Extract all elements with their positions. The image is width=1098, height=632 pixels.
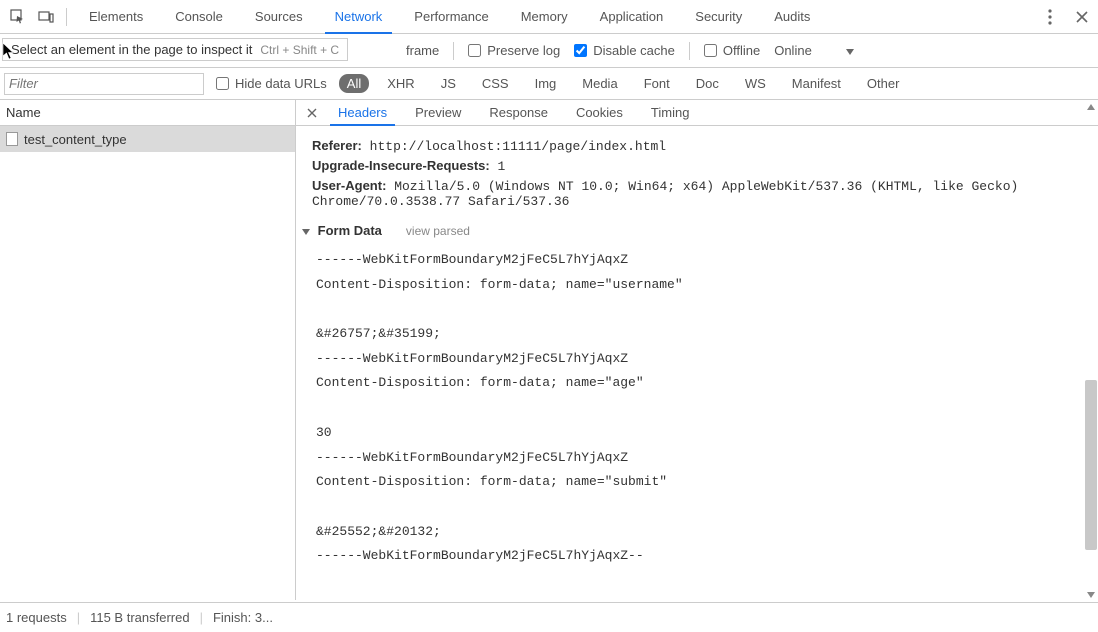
- network-filter-bar: Hide data URLs All XHR JS CSS Img Media Font Do…: [0, 68, 1098, 100]
- filter-chip-all[interactable]: All: [339, 74, 369, 93]
- status-finish: Finish: 3...: [213, 610, 273, 625]
- request-row[interactable]: test_content_type: [0, 126, 295, 152]
- filter-chip-xhr[interactable]: XHR: [379, 74, 422, 93]
- header-value: Mozilla/5.0 (Windows NT 10.0; Win64; x64…: [312, 179, 1018, 209]
- separator: [689, 42, 690, 60]
- preserve-log-input[interactable]: [468, 44, 481, 57]
- detail-tab-timing[interactable]: Timing: [637, 100, 704, 125]
- hide-data-urls-input[interactable]: [216, 77, 229, 90]
- frame-label: frame: [406, 43, 439, 58]
- tab-performance[interactable]: Performance: [398, 0, 504, 33]
- disable-cache-input[interactable]: [574, 44, 587, 57]
- mouse-cursor-icon: [2, 42, 16, 60]
- form-data-header[interactable]: Form Data view parsed: [302, 223, 1098, 238]
- offline-input[interactable]: [704, 44, 717, 57]
- more-options-icon[interactable]: [1034, 9, 1066, 25]
- form-data-body: ------WebKitFormBoundaryM2jFeC5L7hYjAqxZ…: [316, 248, 1098, 569]
- request-detail-pane: HeadersPreviewResponseCookiesTiming Refe…: [296, 100, 1098, 600]
- header-line: Upgrade-Insecure-Requests: 1: [312, 158, 1098, 174]
- header-line: Referer: http://localhost:11111/page/ind…: [312, 138, 1098, 154]
- header-value: http://localhost:11111/page/index.html: [362, 139, 666, 154]
- hide-data-urls-checkbox[interactable]: Hide data URLs: [216, 76, 327, 91]
- detail-tab-response[interactable]: Response: [475, 100, 562, 125]
- tab-security[interactable]: Security: [679, 0, 758, 33]
- inspect-tooltip: Select an element in the page to inspect…: [2, 38, 348, 61]
- filter-chip-other[interactable]: Other: [859, 74, 908, 93]
- network-main-area: Name test_content_type HeadersPreviewRes…: [0, 100, 1098, 600]
- tab-audits[interactable]: Audits: [758, 0, 826, 33]
- filter-chip-font[interactable]: Font: [636, 74, 678, 93]
- status-transferred: 115 B transferred: [90, 610, 189, 625]
- tab-console[interactable]: Console: [159, 0, 239, 33]
- scroll-down-icon[interactable]: [1087, 592, 1095, 598]
- tooltip-shortcut: Ctrl + Shift + C: [260, 43, 339, 57]
- filter-chip-media[interactable]: Media: [574, 74, 625, 93]
- offline-checkbox[interactable]: Offline: [704, 43, 760, 58]
- disable-cache-checkbox[interactable]: Disable cache: [574, 43, 675, 58]
- close-detail-icon[interactable]: [300, 108, 324, 118]
- header-key: Referer:: [312, 138, 362, 153]
- tab-memory[interactable]: Memory: [505, 0, 584, 33]
- device-toolbar-icon[interactable]: [32, 3, 60, 31]
- request-list-pane: Name test_content_type: [0, 100, 296, 600]
- tab-network[interactable]: Network: [319, 0, 399, 33]
- separator: [453, 42, 454, 60]
- devtools-main-tabs: ElementsConsoleSourcesNetworkPerformance…: [0, 0, 1098, 34]
- scrollbar[interactable]: [1084, 100, 1098, 602]
- tab-application[interactable]: Application: [584, 0, 680, 33]
- filter-chip-doc[interactable]: Doc: [688, 74, 727, 93]
- chevron-down-icon: [846, 49, 854, 55]
- filter-chip-manifest[interactable]: Manifest: [784, 74, 849, 93]
- view-parsed-link[interactable]: view parsed: [406, 224, 470, 238]
- filter-input[interactable]: [4, 73, 204, 95]
- header-line: User-Agent: Mozilla/5.0 (Windows NT 10.0…: [312, 178, 1098, 209]
- scroll-thumb[interactable]: [1085, 380, 1097, 550]
- separator: [66, 8, 67, 26]
- status-requests: 1 requests: [6, 610, 67, 625]
- detail-tab-headers[interactable]: Headers: [324, 100, 401, 125]
- tooltip-text: Select an element in the page to inspect…: [11, 42, 252, 57]
- network-toolbar: Select an element in the page to inspect…: [0, 34, 1098, 68]
- status-bar: 1 requests | 115 B transferred | Finish:…: [0, 602, 1098, 632]
- filter-chip-img[interactable]: Img: [527, 74, 565, 93]
- disclosure-triangle-icon: [302, 229, 310, 235]
- file-icon: [6, 132, 18, 146]
- close-devtools-icon[interactable]: [1066, 11, 1098, 23]
- header-value: 1: [490, 159, 506, 174]
- header-key: Upgrade-Insecure-Requests:: [312, 158, 490, 173]
- request-name: test_content_type: [24, 132, 127, 147]
- name-column-header[interactable]: Name: [0, 100, 295, 126]
- filter-chip-js[interactable]: JS: [433, 74, 464, 93]
- scroll-up-icon[interactable]: [1087, 104, 1095, 110]
- filter-chip-css[interactable]: CSS: [474, 74, 517, 93]
- header-key: User-Agent:: [312, 178, 386, 193]
- inspect-element-icon[interactable]: [4, 3, 32, 31]
- detail-tab-preview[interactable]: Preview: [401, 100, 475, 125]
- detail-tab-cookies[interactable]: Cookies: [562, 100, 637, 125]
- filter-chip-ws[interactable]: WS: [737, 74, 774, 93]
- form-data-section: Form Data view parsed ------WebKitFormBo…: [312, 223, 1098, 569]
- throttling-select[interactable]: Online: [774, 43, 854, 58]
- headers-panel: Referer: http://localhost:11111/page/ind…: [296, 126, 1098, 600]
- preserve-log-checkbox[interactable]: Preserve log: [468, 43, 560, 58]
- tab-sources[interactable]: Sources: [239, 0, 319, 33]
- tab-elements[interactable]: Elements: [73, 0, 159, 33]
- detail-tabs: HeadersPreviewResponseCookiesTiming: [296, 100, 1098, 126]
